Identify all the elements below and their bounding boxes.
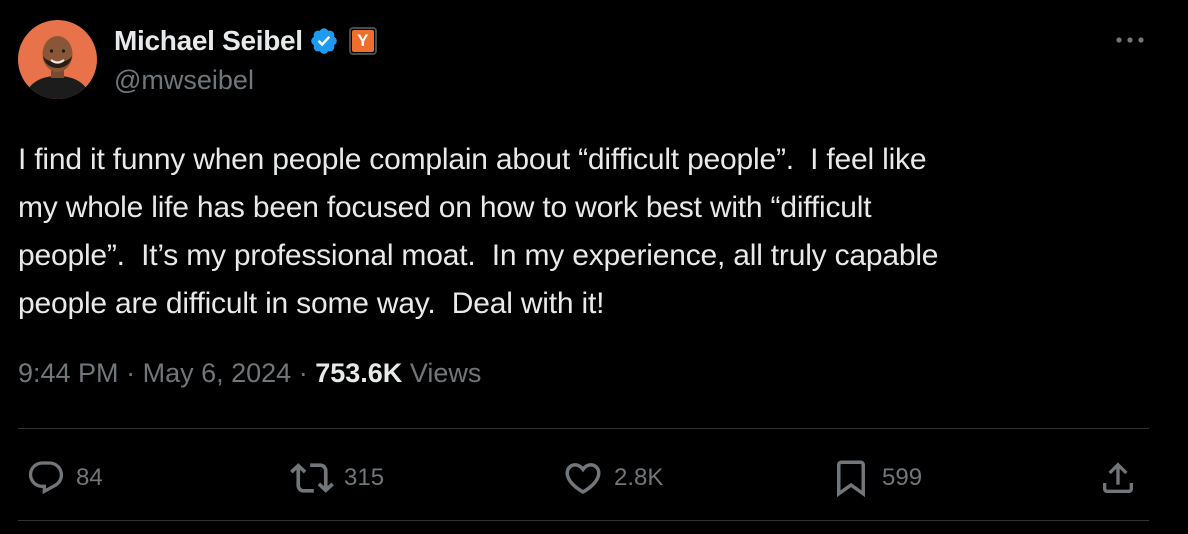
views-count[interactable]: 753.6K [315,358,402,389]
meta-separator: · [126,358,136,388]
author-name-row: Michael Seibel Y [114,24,377,58]
author-handle[interactable]: @mwseibel [114,65,254,96]
tweet-date[interactable]: May 6, 2024 [143,358,292,389]
share-button[interactable] [1098,450,1138,506]
repost-arrows-icon [290,463,334,493]
share-upload-icon [1103,462,1133,493]
divider [18,428,1149,429]
heart-icon [565,463,601,495]
bookmark-count: 599 [882,464,923,491]
meta-separator: · [298,358,308,388]
repost-count: 315 [344,464,385,491]
reply-button[interactable]: 84 [26,450,103,506]
repost-button[interactable]: 315 [290,450,384,506]
reply-bubble-icon [28,461,64,495]
reply-count: 84 [76,464,103,491]
tweet-text: I find it funny when people complain abo… [18,143,939,320]
more-horizontal-icon[interactable] [1110,26,1150,54]
divider [18,520,1149,521]
action-bar: 84 315 2.8K 599 [0,450,1188,506]
tweet-card: Michael Seibel Y @mwseibel I find it fun… [0,0,1188,534]
verified-badge-icon[interactable] [309,26,339,56]
tweet-time[interactable]: 9:44 PM [18,358,119,389]
yc-badge-letter: Y [351,30,374,52]
bookmark-button[interactable]: 599 [830,450,922,506]
views-label: Views [409,358,482,388]
avatar[interactable] [18,20,97,99]
like-count: 2.8K [614,464,664,491]
like-button[interactable]: 2.8K [562,450,663,506]
author-display-name[interactable]: Michael Seibel [114,25,303,57]
tweet-meta: 9:44 PM · May 6, 2024 · 753.6K Views [18,358,481,389]
yc-affiliation-badge[interactable]: Y [348,27,377,55]
bookmark-icon [837,460,865,498]
